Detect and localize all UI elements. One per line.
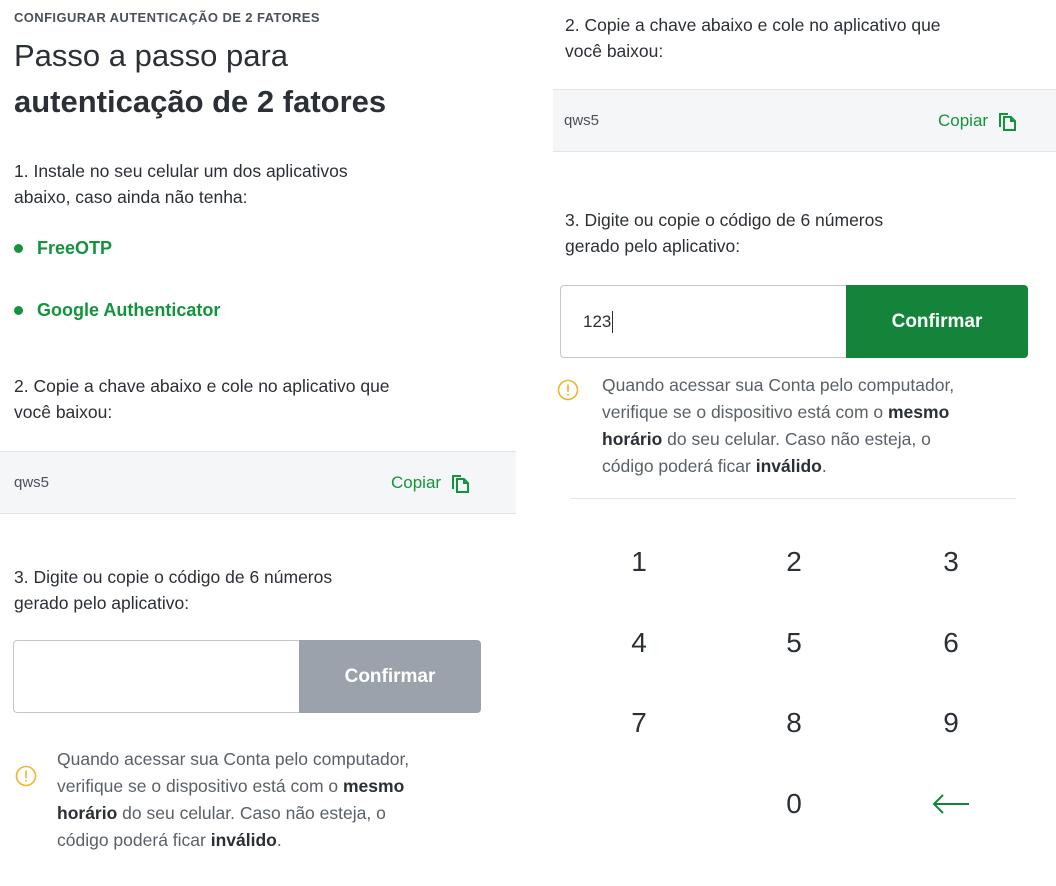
bullet-icon: [14, 306, 23, 315]
warning-line1: Quando acessar sua Conta pelo computador…: [602, 375, 955, 395]
warning-line2: verifique se o dispositivo está com o me…: [602, 399, 954, 426]
warning-emphasis-mesmo: mesmo: [887, 402, 950, 422]
warning-line3: horário do seu celular. Caso não esteja,…: [57, 800, 409, 827]
page-title-line1: Passo a passo para: [14, 38, 289, 73]
step3-text: 3. Digite ou copie o código de 6 números…: [14, 564, 494, 616]
warning-emphasis-horario: horário: [57, 803, 118, 823]
step1-line2: abaixo, caso ainda não tenha:: [14, 187, 248, 207]
keypad-key-5[interactable]: 5: [754, 620, 834, 666]
step3-line2: gerado pelo aplicativo:: [565, 236, 741, 256]
warning-emphasis-mesmo: mesmo: [342, 776, 405, 796]
warning-line2: verifique se o dispositivo está com o me…: [57, 773, 409, 800]
step2-line2: você baixou:: [565, 41, 664, 61]
code-input[interactable]: [13, 640, 299, 713]
warning-line4-end: .: [821, 456, 827, 476]
warning-line3: horário do seu celular. Caso não esteja,…: [602, 426, 954, 453]
copy-icon: [452, 475, 470, 493]
keypad-key-1[interactable]: 1: [599, 539, 679, 585]
step2-text: 2. Copie a chave abaixo e cole no aplica…: [565, 12, 1045, 64]
bullet-icon: [14, 244, 23, 253]
warning-line4: código poderá ficar inválido.: [602, 453, 954, 480]
step3-line1: 3. Digite ou copie o código de 6 números: [14, 567, 333, 587]
secret-key-box: qws5 Copiar: [0, 451, 516, 514]
step1-line1: 1. Instale no seu celular um dos aplicat…: [14, 161, 348, 181]
app-link-label: Google Authenticator: [37, 300, 221, 320]
step3-text: 3. Digite ou copie o código de 6 números…: [565, 207, 1045, 259]
copy-key-button[interactable]: Copiar: [391, 472, 471, 494]
warning-line2-text: verifique se o dispositivo está com o: [602, 402, 888, 422]
page-kicker: CONFIGURAR AUTENTICAÇÃO DE 2 FATORES: [14, 10, 320, 25]
app-link-label: FreeOTP: [37, 238, 113, 258]
warning-line3-text: do seu celular. Caso não esteja, o: [662, 429, 931, 449]
warning-text: Quando acessar sua Conta pelo computador…: [57, 746, 409, 854]
keypad-key-2[interactable]: 2: [754, 539, 834, 585]
confirm-button[interactable]: Confirmar: [299, 640, 481, 713]
keypad-key-8[interactable]: 8: [754, 700, 834, 746]
step2-text: 2. Copie a chave abaixo e cole no aplica…: [14, 373, 494, 425]
keypad-backspace-button[interactable]: [911, 781, 991, 827]
text-cursor: [612, 310, 614, 333]
left-screen: CONFIGURAR AUTENTICAÇÃO DE 2 FATORES Pas…: [0, 0, 516, 886]
warning-line2-text: verifique se o dispositivo está com o: [57, 776, 343, 796]
secret-key-box: qws5 Copiar: [553, 89, 1056, 152]
copy-icon: [999, 113, 1017, 131]
step2-line1: 2. Copie a chave abaixo e cole no aplica…: [565, 15, 941, 35]
keypad-key-4[interactable]: 4: [599, 620, 679, 666]
step2-line1: 2. Copie a chave abaixo e cole no aplica…: [14, 376, 390, 396]
secret-key-value: qws5: [564, 112, 600, 129]
warning-emphasis-invalido: inválido: [210, 830, 277, 850]
right-screen: 2. Copie a chave abaixo e cole no aplica…: [553, 0, 1056, 886]
warning-text: Quando acessar sua Conta pelo computador…: [602, 372, 954, 480]
warning-line3-text: do seu celular. Caso não esteja, o: [117, 803, 386, 823]
copy-label: Copiar: [938, 111, 989, 130]
app-link-freeotp[interactable]: FreeOTP: [14, 238, 112, 259]
keypad-divider: [571, 498, 1016, 499]
keypad-key-0[interactable]: 0: [754, 781, 834, 827]
keypad-key-7[interactable]: 7: [599, 700, 679, 746]
warning-emphasis-invalido: inválido: [755, 456, 822, 476]
code-input-value: 123: [583, 311, 612, 331]
warning-line4-text: código poderá ficar: [57, 830, 211, 850]
warning-line4: código poderá ficar inválido.: [57, 827, 409, 854]
code-input[interactable]: 123: [560, 285, 846, 358]
step3-line1: 3. Digite ou copie o código de 6 números: [565, 210, 884, 230]
warning-line1: Quando acessar sua Conta pelo computador…: [57, 749, 410, 769]
keypad-key-9[interactable]: 9: [911, 700, 991, 746]
step3-line2: gerado pelo aplicativo:: [14, 593, 190, 613]
copy-label: Copiar: [391, 473, 442, 492]
warning-line4-end: .: [276, 830, 282, 850]
page-title-line2: autenticação de 2 fatores: [14, 84, 387, 119]
app-link-google-authenticator[interactable]: Google Authenticator: [14, 300, 220, 321]
copy-key-button[interactable]: Copiar: [938, 110, 1018, 132]
warning-icon: [557, 379, 579, 401]
warning-emphasis-horario: horário: [602, 429, 663, 449]
warning-icon: [15, 765, 37, 787]
step1-text: 1. Instale no seu celular um dos aplicat…: [14, 158, 494, 210]
secret-key-value: qws5: [14, 474, 50, 491]
keypad-key-6[interactable]: 6: [911, 620, 991, 666]
warning-line4-text: código poderá ficar: [602, 456, 756, 476]
step2-line2: você baixou:: [14, 402, 113, 422]
confirm-button[interactable]: Confirmar: [846, 285, 1028, 358]
keypad-key-3[interactable]: 3: [911, 539, 991, 585]
arrow-left-icon: [932, 794, 969, 814]
